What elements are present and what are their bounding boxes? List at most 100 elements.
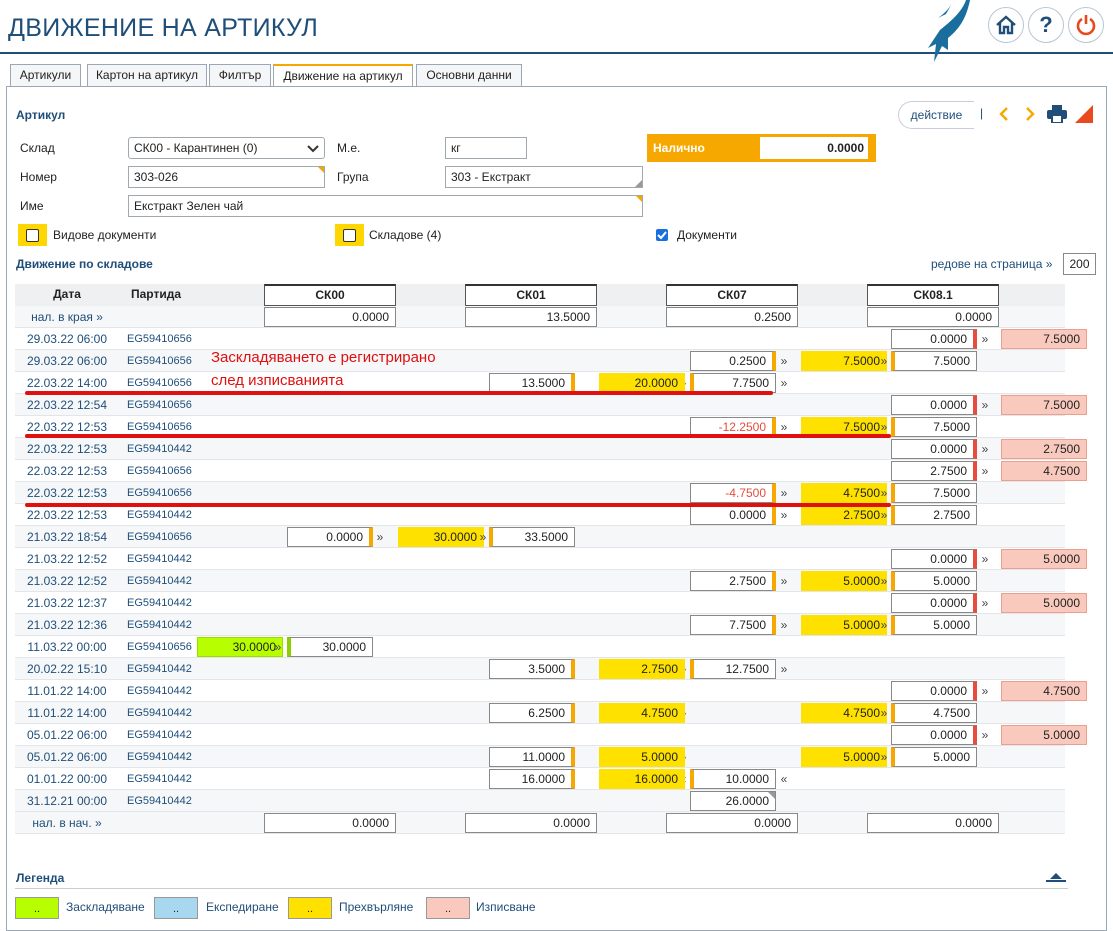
qty-cell[interactable]: 5.0000: [1001, 549, 1087, 569]
qty-cell[interactable]: 4.7500: [801, 483, 887, 503]
qty-cell[interactable]: 0.0000: [891, 329, 977, 349]
row-date[interactable]: 31.12.21 00:00: [15, 790, 119, 812]
qty-cell[interactable]: 2.7500: [891, 461, 977, 481]
row-batch[interactable]: EG59410656: [127, 526, 192, 548]
row-batch[interactable]: EG59410442: [127, 658, 192, 680]
qty-cell[interactable]: 5.0000: [1001, 725, 1087, 745]
qty-cell[interactable]: 0.2500: [690, 351, 776, 371]
qty-cell[interactable]: 0.0000: [891, 395, 977, 415]
qty-cell[interactable]: 7.5000: [891, 417, 977, 437]
qty-cell[interactable]: 4.7500: [801, 703, 887, 723]
qty-cell[interactable]: 4.7500: [1001, 461, 1087, 481]
row-batch[interactable]: EG59410656: [127, 460, 192, 482]
qty-cell[interactable]: 6.2500: [489, 703, 575, 723]
row-batch[interactable]: EG59410442: [127, 768, 192, 790]
qty-cell[interactable]: 26.0000: [690, 791, 776, 811]
qty-cell[interactable]: 4.7500: [599, 703, 685, 723]
row-batch[interactable]: EG59410442: [127, 702, 192, 724]
row-batch[interactable]: EG59410442: [127, 790, 192, 812]
row-date[interactable]: 05.01.22 06:00: [15, 724, 119, 746]
row-batch[interactable]: EG59410442: [127, 724, 192, 746]
qty-cell[interactable]: 4.7500: [1001, 681, 1087, 701]
qty-cell[interactable]: 2.7500: [891, 505, 977, 525]
qty-cell[interactable]: 0.0000: [690, 505, 776, 525]
row-batch[interactable]: EG59410656: [127, 394, 192, 416]
qty-cell[interactable]: 4.7500: [891, 703, 977, 723]
row-date[interactable]: 11.01.22 14:00: [15, 680, 119, 702]
row-batch[interactable]: EG59410656: [127, 350, 192, 372]
help-button[interactable]: ?: [1028, 7, 1064, 43]
qty-cell[interactable]: 0.0000: [891, 593, 977, 613]
rows-per-page-input[interactable]: 200: [1063, 253, 1096, 275]
qty-cell[interactable]: 0.0000: [891, 681, 977, 701]
qty-cell[interactable]: 3.5000: [489, 659, 575, 679]
row-date[interactable]: 01.01.22 00:00: [15, 768, 119, 790]
row-date[interactable]: 11.03.22 00:00: [15, 636, 119, 658]
row-batch[interactable]: EG59410442: [127, 746, 192, 768]
qty-cell[interactable]: 5.0000: [599, 747, 685, 767]
qty-cell[interactable]: 7.5000: [891, 483, 977, 503]
row-date[interactable]: 22.03.22 12:53: [15, 482, 119, 504]
qty-cell[interactable]: 0.0000: [891, 549, 977, 569]
row-batch[interactable]: EG59410442: [127, 592, 192, 614]
qty-cell[interactable]: 20.0000: [599, 373, 685, 393]
home-button[interactable]: [988, 7, 1024, 43]
documents-checkbox[interactable]: [656, 229, 668, 241]
qty-cell[interactable]: 5.0000: [801, 747, 887, 767]
row-date[interactable]: 11.01.22 14:00: [15, 702, 119, 724]
print-icon[interactable]: [1047, 105, 1067, 123]
qty-cell[interactable]: 12.7500: [690, 659, 776, 679]
action-button[interactable]: действие: [898, 101, 974, 129]
row-batch[interactable]: EG59410442: [127, 680, 192, 702]
row-date[interactable]: 22.03.22 12:54: [15, 394, 119, 416]
row-date[interactable]: 22.03.22 12:53: [15, 504, 119, 526]
row-batch[interactable]: EG59410656: [127, 482, 192, 504]
qty-cell[interactable]: 5.0000: [801, 615, 887, 635]
qty-cell[interactable]: 7.5000: [801, 351, 887, 371]
qty-cell[interactable]: 0.0000: [287, 527, 373, 547]
ime-field[interactable]: Екстракт Зелен чай: [128, 195, 643, 217]
warehouses-checkbox[interactable]: [335, 224, 364, 246]
next-arrow-icon[interactable]: [1024, 106, 1036, 122]
prev-arrow-icon[interactable]: [998, 106, 1010, 122]
row-date[interactable]: 21.03.22 12:36: [15, 614, 119, 636]
tab-filter[interactable]: Филтър: [209, 64, 271, 86]
nomer-field[interactable]: 303-026: [128, 166, 325, 188]
qty-cell[interactable]: 0.0000: [891, 439, 977, 459]
doc-types-checkbox[interactable]: [18, 224, 47, 246]
qty-cell[interactable]: 0.0000: [891, 725, 977, 745]
qty-cell[interactable]: 30.0000: [287, 637, 373, 657]
qty-cell[interactable]: 30.0000: [398, 527, 484, 547]
qty-cell[interactable]: 7.5000: [1001, 329, 1087, 349]
qty-cell[interactable]: 5.0000: [891, 615, 977, 635]
row-date[interactable]: 22.03.22 12:53: [15, 438, 119, 460]
tab-article-movement[interactable]: Движение на артикул: [273, 64, 413, 87]
qty-cell[interactable]: -4.7500: [690, 483, 776, 503]
qty-cell[interactable]: 16.0000: [599, 769, 685, 789]
sklad-select[interactable]: СК00 - Карантинен (0): [128, 137, 325, 159]
row-date[interactable]: 21.03.22 12:37: [15, 592, 119, 614]
row-batch[interactable]: EG59410656: [127, 636, 192, 658]
qty-cell[interactable]: 7.7500: [690, 615, 776, 635]
row-batch[interactable]: EG59410656: [127, 328, 192, 350]
row-date[interactable]: 20.02.22 15:10: [15, 658, 119, 680]
row-batch[interactable]: EG59410442: [127, 438, 192, 460]
row-date[interactable]: 29.03.22 06:00: [15, 328, 119, 350]
qty-cell[interactable]: 7.7500: [690, 373, 776, 393]
qty-cell[interactable]: 5.0000: [891, 747, 977, 767]
grupa-field[interactable]: 303 - Екстракт: [445, 166, 643, 188]
row-batch[interactable]: EG59410442: [127, 614, 192, 636]
row-date[interactable]: 21.03.22 12:52: [15, 548, 119, 570]
export-icon[interactable]: [1075, 105, 1093, 123]
logout-button[interactable]: [1068, 7, 1104, 43]
tab-main-data[interactable]: Основни данни: [416, 64, 522, 86]
tab-article-card[interactable]: Картон на артикул: [87, 64, 207, 86]
row-batch[interactable]: EG59410442: [127, 504, 192, 526]
qty-cell[interactable]: 2.7500: [599, 659, 685, 679]
qty-cell[interactable]: 7.5000: [891, 351, 977, 371]
row-batch[interactable]: EG59410442: [127, 570, 192, 592]
row-date[interactable]: 21.03.22 12:52: [15, 570, 119, 592]
row-date[interactable]: 29.03.22 06:00: [15, 350, 119, 372]
qty-cell[interactable]: 2.7500: [801, 505, 887, 525]
qty-cell[interactable]: 2.7500: [690, 571, 776, 591]
